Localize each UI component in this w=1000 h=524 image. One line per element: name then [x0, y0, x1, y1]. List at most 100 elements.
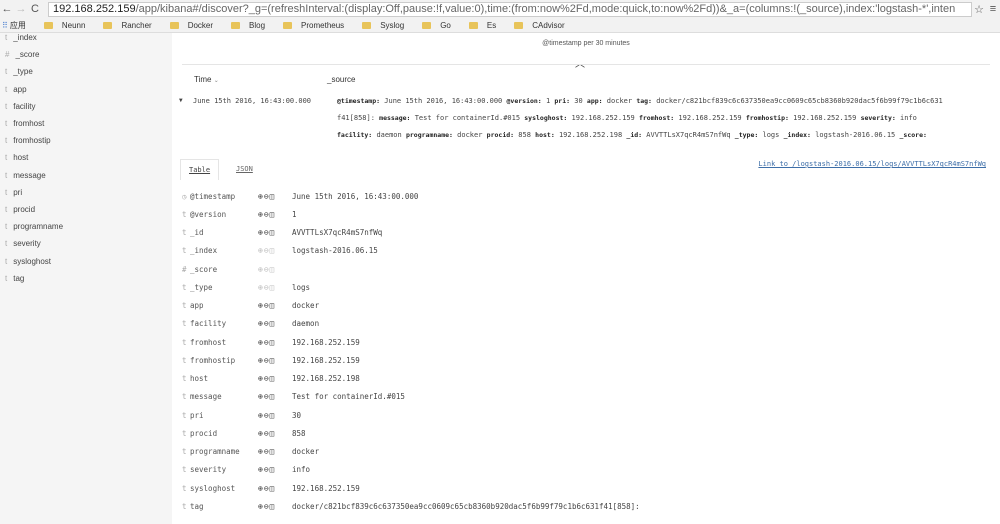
sidebar-field-type[interactable]: t _type [5, 67, 33, 76]
sidebar-field-index[interactable]: t _index [5, 33, 37, 42]
source-key: app: [586, 97, 603, 105]
toggle-column-icon[interactable]: ◫ [270, 192, 276, 201]
source-key: @timestamp: [337, 97, 381, 105]
toggle-column-icon[interactable]: ◫ [270, 465, 276, 474]
url-input[interactable]: 192.168.252.159/app/kibana#/discover?_g=… [48, 1, 972, 17]
sidebar-field-pri[interactable]: t pri [5, 188, 22, 197]
detail-value: 192.168.252.159 [292, 483, 360, 493]
bookmarks-bar: ⠿ 应用 Neunn Rancher Docker Blog Prometheus Sysl… [0, 18, 1000, 33]
field-name: _type [13, 67, 33, 77]
folder-icon [43, 21, 53, 29]
sidebar-field-severity[interactable]: t severity [5, 239, 41, 248]
menu-icon[interactable]: ≡ [986, 3, 1000, 15]
sidebar-field-message[interactable]: t message [5, 171, 46, 180]
toggle-column-icon[interactable]: ◫ [270, 338, 276, 347]
apps-bookmark[interactable]: ⠿ 应用 [2, 20, 35, 31]
reload-icon[interactable]: C [28, 3, 42, 15]
source-key: fromhost: [638, 114, 675, 122]
bookmark-go[interactable]: Go [422, 21, 460, 30]
source-value: docker [457, 131, 483, 139]
filter-actions: ⊕⊖◫ [258, 210, 292, 219]
sidebar-field-programname[interactable]: t programname [5, 222, 63, 231]
toggle-column-icon[interactable]: ◫ [270, 374, 276, 383]
detail-value: 30 [292, 410, 302, 420]
sidebar-field-fromhostip[interactable]: t fromhostip [5, 136, 51, 145]
toggle-column-icon[interactable]: ◫ [270, 411, 276, 420]
sidebar-field-procid[interactable]: t procid [5, 205, 35, 214]
toggle-column-icon[interactable]: ◫ [270, 246, 276, 255]
detail-field-name: app [190, 301, 204, 310]
sidebar-field-app[interactable]: t app [5, 85, 27, 94]
detail-field-name: _index [190, 246, 218, 256]
filter-actions: ⊕⊖◫ [258, 502, 292, 511]
toggle-column-icon[interactable]: ◫ [270, 283, 276, 292]
sidebar-field-host[interactable]: t host [5, 153, 28, 162]
filter-actions: ⊕⊖◫ [258, 484, 292, 493]
detail-value: 192.168.252.159 [292, 337, 360, 347]
detail-value: June 15th 2016, 16:43:00.000 [292, 191, 419, 201]
detail-row: t _type ⊕⊖◫ logs [182, 280, 310, 294]
sidebar-field-tag[interactable]: t tag [5, 274, 24, 283]
source-value: info [900, 114, 917, 122]
bookmark-label: Es [486, 20, 497, 30]
field-type-icon: t [182, 209, 187, 219]
folder-icon [362, 21, 372, 29]
column-header-time[interactable]: Time ⌄ [194, 75, 219, 84]
source-key: _type: [734, 131, 759, 139]
toggle-column-icon[interactable]: ◫ [270, 447, 276, 456]
sidebar-field-fromhost[interactable]: t fromhost [5, 119, 44, 128]
detail-field-name: fromhost [190, 337, 227, 347]
star-icon[interactable]: ☆ [972, 3, 986, 16]
source-value: 192.168.252.159 [571, 114, 635, 122]
detail-field-name: @version [190, 209, 227, 219]
sort-caret-icon[interactable]: ⌄ [214, 78, 219, 84]
source-value: 192.168.252.159 [793, 114, 857, 122]
toggle-column-icon[interactable]: ◫ [270, 265, 276, 274]
toggle-column-icon[interactable]: ◫ [270, 356, 276, 365]
filter-actions: ⊕⊖◫ [258, 411, 292, 420]
forward-icon[interactable]: → [14, 3, 28, 15]
bookmark-es[interactable]: Es [468, 20, 505, 30]
bookmark-rancher[interactable]: Rancher [103, 21, 160, 30]
sidebar-field-sysloghost[interactable]: t sysloghost [5, 257, 51, 266]
toggle-column-icon[interactable]: ◫ [270, 484, 276, 493]
bookmark-blog[interactable]: Blog [231, 21, 274, 30]
toggle-column-icon[interactable]: ◫ [270, 392, 276, 401]
source-value: 192.168.252.159 [678, 114, 742, 122]
tab-json[interactable]: JSON [228, 159, 261, 179]
sidebar-field-facility[interactable]: t facility [5, 102, 35, 111]
field-name: fromhostip [13, 136, 51, 146]
toggle-column-icon[interactable]: ◫ [270, 429, 276, 438]
field-name: message [13, 170, 46, 180]
bookmark-neunn[interactable]: Neunn [43, 21, 95, 30]
bookmark-prometheus[interactable]: Prometheus [283, 21, 353, 30]
toggle-column-icon[interactable]: ◫ [270, 319, 276, 328]
bookmark-cadvisor[interactable]: CAdvisor [514, 21, 573, 30]
document-link[interactable]: Link to /logstash-2016.06.15/logs/AVVTTL… [758, 160, 986, 168]
detail-field-name: procid [190, 428, 218, 438]
detail-row: # _score ⊕⊖◫ [182, 262, 292, 276]
toggle-column-icon[interactable]: ◫ [270, 502, 276, 511]
expand-caret-icon[interactable]: ▼ [179, 97, 183, 104]
tab-table[interactable]: Table [180, 159, 220, 180]
column-header-source[interactable]: _source [327, 75, 355, 84]
detail-row: t pri ⊕⊖◫ 30 [182, 408, 301, 422]
toggle-column-icon[interactable]: ◫ [270, 301, 276, 310]
chevron-up-icon[interactable]: ︿ [575, 55, 585, 70]
bookmark-syslog[interactable]: Syslog [362, 21, 413, 30]
detail-field-name: _id [190, 228, 204, 237]
histogram-label: @timestamp per 30 minutes [542, 40, 630, 47]
sidebar-field-score[interactable]: # _score [5, 50, 39, 59]
back-icon[interactable]: ← [0, 3, 14, 15]
field-name: facility [13, 101, 36, 111]
detail-row: t facility ⊕⊖◫ daemon [182, 317, 319, 331]
field-type-icon: t [5, 67, 8, 77]
detail-value: docker [292, 301, 320, 310]
bookmark-label: Prometheus [301, 20, 345, 30]
filter-actions: ⊕⊖◫ [258, 228, 292, 237]
field-type-icon: t [182, 374, 187, 383]
toggle-column-icon[interactable]: ◫ [270, 228, 276, 237]
bookmark-docker[interactable]: Docker [169, 21, 222, 30]
toggle-column-icon[interactable]: ◫ [270, 210, 276, 219]
source-key: tag: [636, 97, 652, 105]
